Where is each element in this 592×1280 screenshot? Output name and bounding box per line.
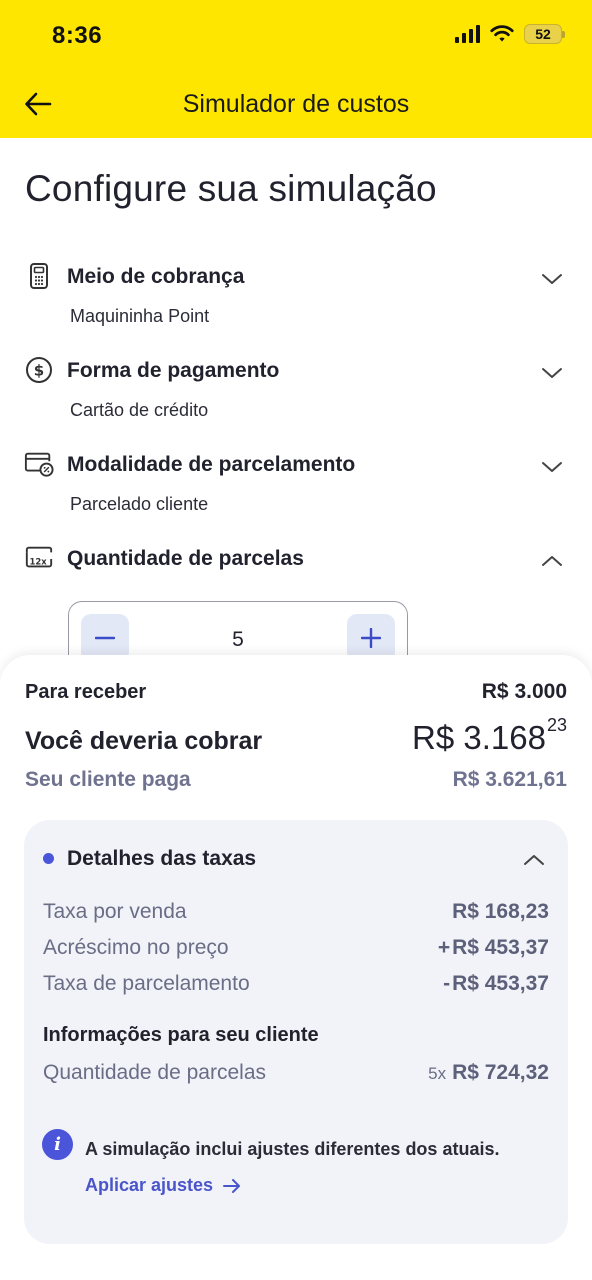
- config-row-label: Meio de cobrança: [67, 265, 245, 288]
- config-row-payment-method-device[interactable]: Meio de cobrança Maquininha Point: [0, 261, 592, 341]
- bullet-dot-icon: [43, 853, 54, 864]
- installments-amount: 5x R$ 724,32: [428, 1061, 549, 1085]
- installments-count: 5x: [428, 1064, 447, 1083]
- chevron-down-icon[interactable]: [540, 267, 564, 291]
- card-machine-icon: [24, 261, 54, 291]
- fee-row: Taxa por venda R$ 168,23: [43, 900, 549, 924]
- config-row-payment-form[interactable]: $ Forma de pagamento Cartão de crédito: [0, 355, 592, 435]
- config-row-label: Quantidade de parcelas: [67, 547, 304, 570]
- apply-adjustments-label: Aplicar ajustes: [85, 1175, 214, 1195]
- fee-row: Acréscimo no preço +R$ 453,37: [43, 936, 549, 960]
- config-row-value: Cartão de crédito: [70, 400, 209, 420]
- installments-label: Quantidade de parcelas: [43, 1061, 266, 1084]
- fee-sign: +: [437, 936, 451, 959]
- header-title: Simulador de custos: [182, 90, 410, 118]
- config-row-value: Maquininha Point: [70, 306, 210, 326]
- fee-label: Acréscimo no preço: [43, 936, 229, 959]
- fee-sign: -: [443, 972, 451, 995]
- cellular-signal-icon: [455, 25, 480, 43]
- svg-text:$: $: [34, 362, 44, 380]
- charge-value: R$ 3.16823: [412, 715, 567, 757]
- app-header: 8:36 52 Simulador de custos: [0, 0, 592, 138]
- installments-12x-icon: 12x: [24, 543, 54, 573]
- client-pays-label: Seu cliente paga: [25, 768, 191, 791]
- fee-value: R$ 453,37: [452, 936, 549, 959]
- arrow-right-icon: [223, 1178, 241, 1193]
- installments-value: R$ 724,32: [452, 1061, 549, 1084]
- chevron-up-icon[interactable]: [522, 848, 546, 872]
- details-title: Detalhes das taxas: [67, 847, 257, 870]
- fee-label: Taxa de parcelamento: [43, 972, 250, 995]
- wifi-icon: [490, 25, 514, 42]
- fee-details-card: Detalhes das taxas Taxa por venda R$ 168…: [24, 820, 568, 1244]
- config-row-value: Parcelado cliente: [70, 494, 209, 514]
- fee-label: Taxa por venda: [43, 900, 187, 923]
- summary-client-pays-row: Seu cliente paga R$ 3.621,61: [25, 768, 567, 792]
- installments-row: Quantidade de parcelas 5x R$ 724,32: [43, 1061, 549, 1085]
- config-row-installment-mode[interactable]: Modalidade de parcelamento Parcelado cli…: [0, 449, 592, 529]
- charge-value-cents: 23: [546, 715, 567, 735]
- apply-adjustments-link[interactable]: Aplicar ajustes: [85, 1175, 241, 1196]
- dollar-circle-icon: $: [24, 355, 54, 385]
- config-row-label: Forma de pagamento: [67, 359, 280, 382]
- card-percent-icon: [24, 449, 54, 479]
- fee-value: R$ 453,37: [452, 972, 549, 995]
- receive-label: Para receber: [25, 681, 147, 703]
- config-row-label: Modalidade de parcelamento: [67, 453, 356, 476]
- status-time: 8:36: [52, 22, 103, 49]
- charge-value-main: R$ 3.168: [412, 719, 546, 756]
- summary-bottom-sheet: Para receber R$ 3.000 Você deveria cobra…: [0, 655, 592, 1280]
- page-title: Configure sua simulação: [25, 168, 437, 209]
- receive-value: R$ 3.000: [481, 680, 567, 703]
- svg-text:12x: 12x: [29, 557, 47, 567]
- client-pays-value: R$ 3.621,61: [452, 768, 567, 791]
- status-icons: 52: [455, 24, 565, 44]
- client-info-title: Informações para seu cliente: [43, 1024, 319, 1046]
- summary-charge-row: Você deveria cobrar R$ 3.16823: [25, 715, 567, 757]
- fee-row: Taxa de parcelamento -R$ 453,37: [43, 972, 549, 996]
- chevron-up-icon[interactable]: [540, 549, 564, 573]
- info-icon: i: [42, 1129, 73, 1160]
- chevron-down-icon[interactable]: [540, 361, 564, 385]
- fee-amount: R$ 168,23: [450, 900, 549, 924]
- summary-receive-row: Para receber R$ 3.000: [25, 680, 567, 704]
- fee-value: R$ 168,23: [452, 900, 549, 923]
- fee-amount: +R$ 453,37: [438, 936, 549, 960]
- plus-icon: [361, 628, 381, 648]
- notice-text: A simulação inclui ajustes diferentes do…: [85, 1139, 500, 1159]
- battery-icon: 52: [524, 24, 565, 44]
- fee-amount: -R$ 453,37: [443, 972, 549, 996]
- charge-label: Você deveria cobrar: [25, 727, 263, 755]
- chevron-down-icon[interactable]: [540, 455, 564, 479]
